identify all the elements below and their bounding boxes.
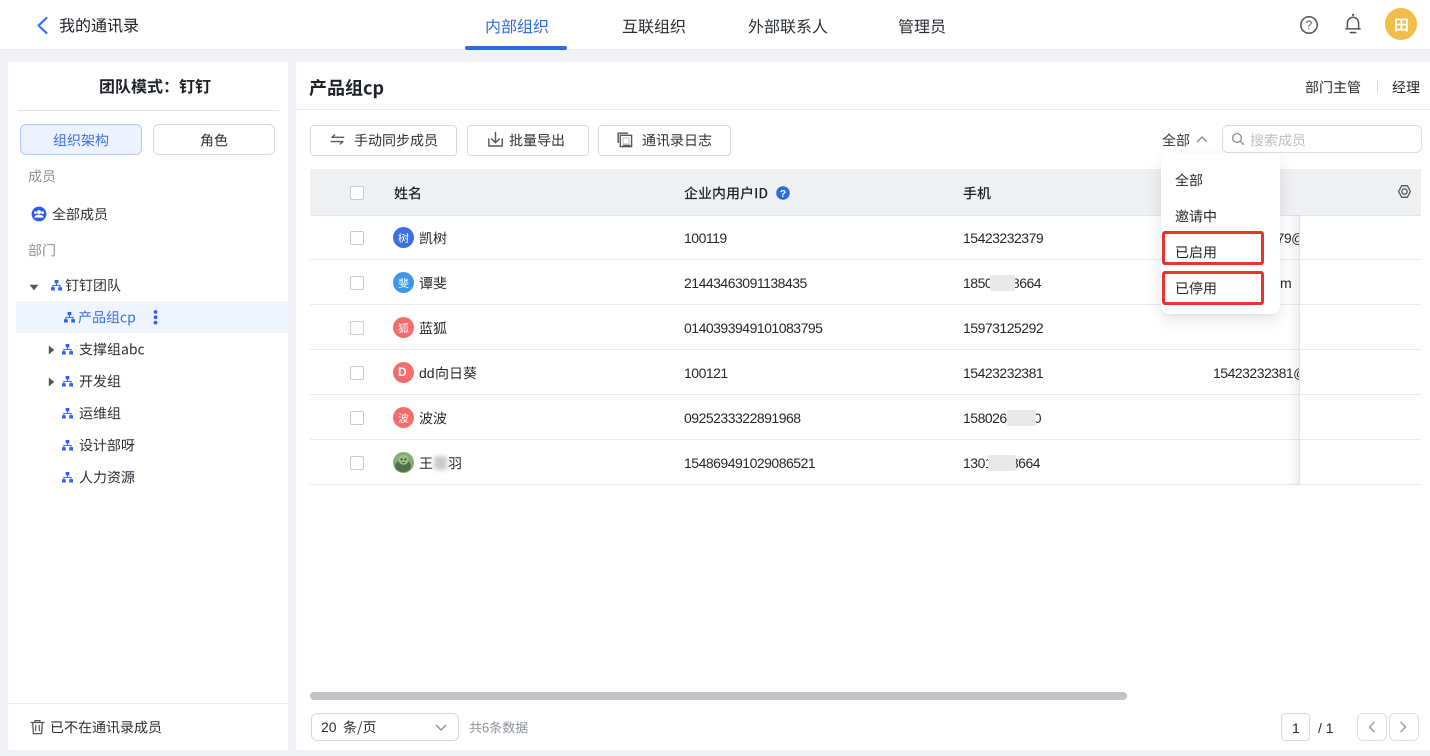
svg-text:?: ? [779,187,785,199]
svg-text:?: ? [1306,20,1312,32]
